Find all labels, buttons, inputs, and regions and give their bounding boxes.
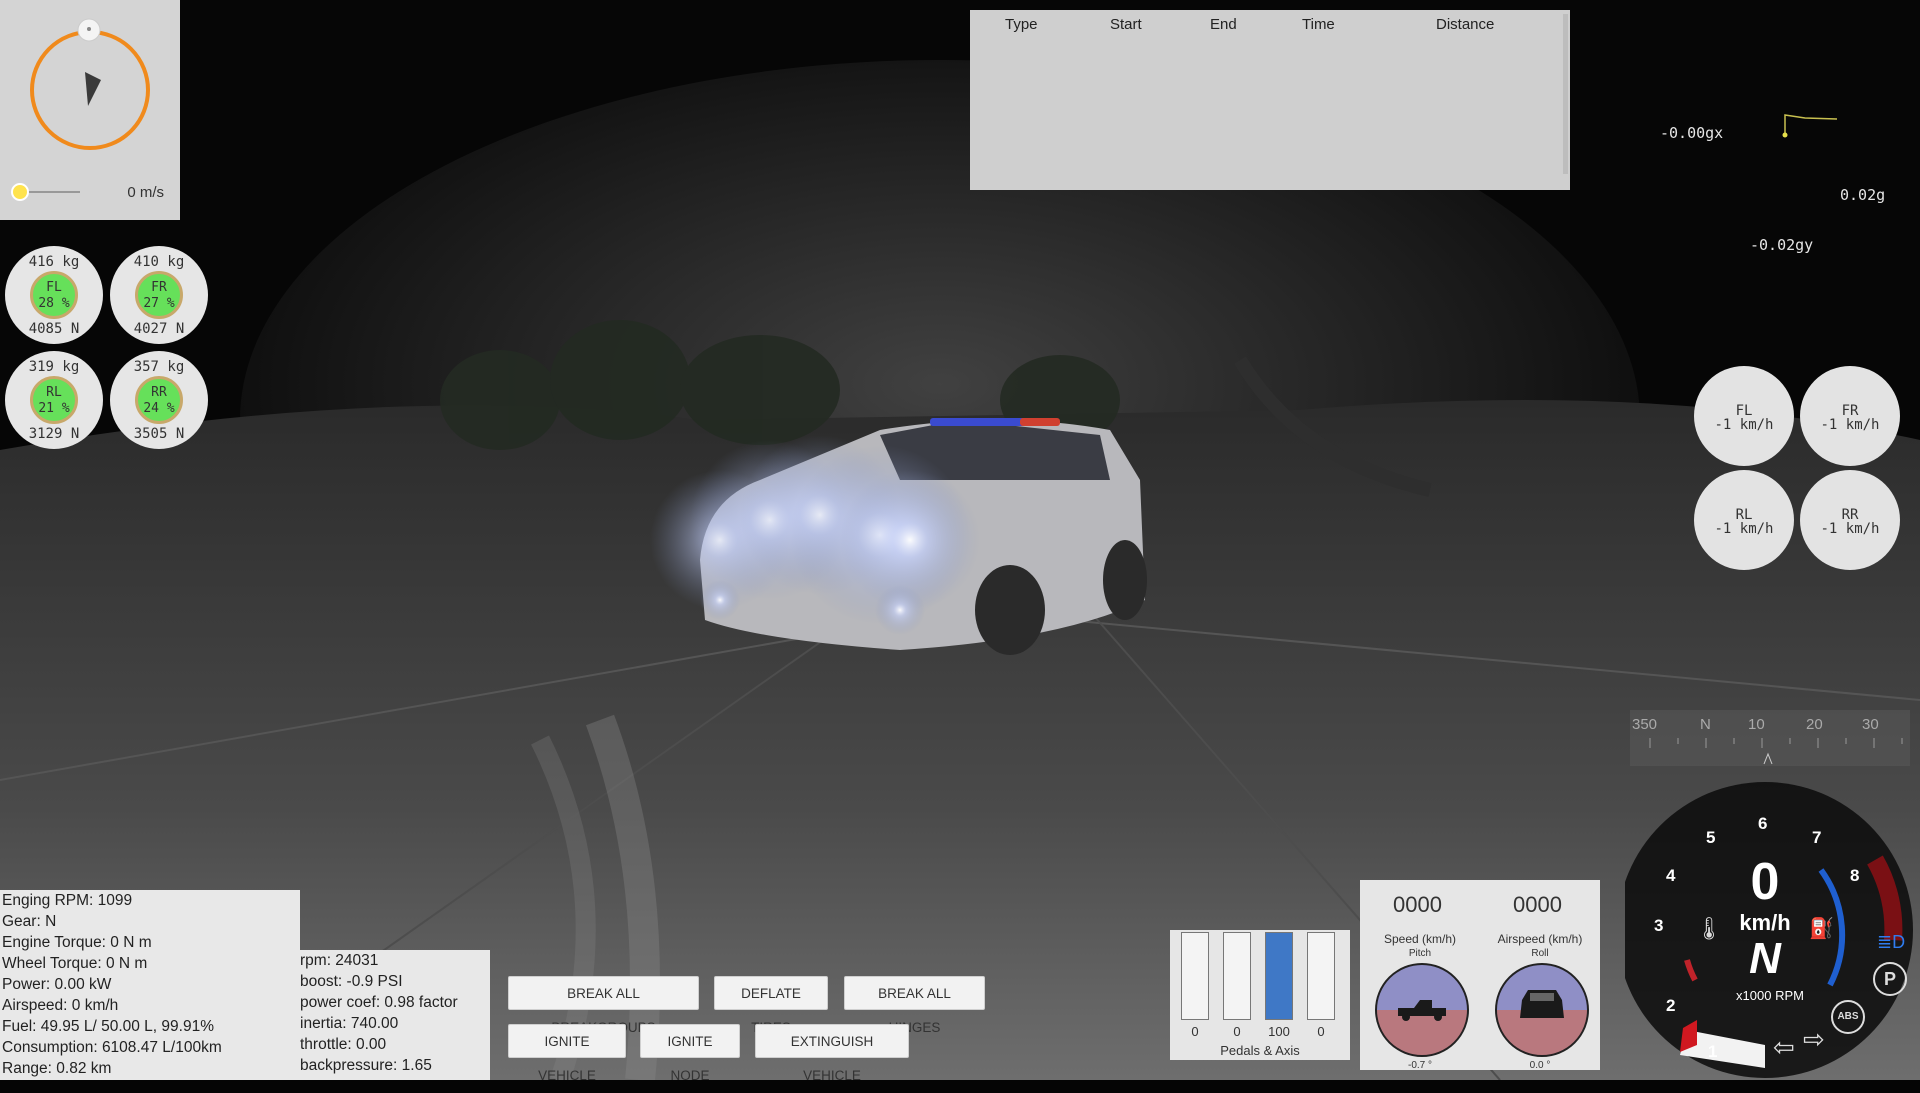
turbo-boost: boost: -0.9 PSI <box>300 973 403 990</box>
deflate-tires-button[interactable]: DEFLATE TIRES <box>714 976 828 1035</box>
g-meter-gx: -0.00gx <box>1660 124 1724 142</box>
turbo-throttle: throttle: 0.00 <box>300 1036 387 1053</box>
turbo-info-panel: rpm: 24031 boost: -0.9 PSI power coef: 0… <box>298 950 490 1080</box>
pedal-value: 0 <box>1317 1024 1325 1039</box>
heading-arrow-icon <box>85 72 101 106</box>
fuel: Fuel: 49.95 L/ 50.00 L, 99.91% <box>2 1018 214 1035</box>
rpm-tick: 8 <box>1850 866 1860 885</box>
wheel-speed-rl: RL -1 km/h <box>1694 470 1794 570</box>
airspeed: Airspeed: 0 km/h <box>2 997 119 1014</box>
header-type: Type <box>1005 16 1038 33</box>
header-time: Time <box>1302 16 1335 33</box>
heading-speed-widget: 0 m/s <box>0 0 180 220</box>
header-end: End <box>1210 16 1237 33</box>
parking-brake-icon: P <box>1873 962 1907 996</box>
pedal-value: 0 <box>1191 1024 1199 1039</box>
g-meter-g: 0.02g <box>1840 186 1886 204</box>
wheel-speed-fl: FL -1 km/h <box>1694 366 1794 466</box>
engine-torque: Engine Torque: 0 N m <box>2 934 152 951</box>
g-meter-gy: -0.02gy <box>1750 236 1814 254</box>
compass-label: 10 <box>1748 716 1765 733</box>
engine-rpm: Enging RPM: 1099 <box>2 892 133 909</box>
turbo-power-coef: power coef: 0.98 factor <box>300 994 458 1011</box>
gear-indicator: N <box>1749 934 1781 983</box>
headlight-icon: ≣D <box>1877 932 1906 952</box>
pedal-bar <box>1223 932 1251 1020</box>
rpm-unit: x1000 RPM <box>1736 988 1804 1003</box>
pedal-value: 0 <box>1233 1024 1241 1039</box>
airspeed-counter: 0000 <box>1513 892 1562 917</box>
pedal-bar <box>1265 932 1293 1020</box>
temperature-icon: 🌡 <box>1695 916 1723 941</box>
attitude-gauges <box>1375 963 1589 1057</box>
gear: Gear: N <box>2 913 57 930</box>
airspeed-label: Airspeed (km/h) <box>1497 932 1583 946</box>
break-all-hinges-button[interactable]: BREAK ALL HINGES <box>844 976 985 1035</box>
compass-label: 20 <box>1806 716 1823 733</box>
compass-label: N <box>1700 716 1711 733</box>
turbo-rpm: rpm: 24031 <box>300 952 379 969</box>
range: Range: 0.82 km <box>2 1060 112 1077</box>
engine-info-panel: Enging RPM: 1099 Gear: N Engine Torque: … <box>0 890 300 1080</box>
pitch-label: Pitch <box>1408 948 1432 959</box>
speed-slider-handle[interactable] <box>11 183 29 201</box>
roll-vehicle-icon <box>1520 990 1564 1018</box>
wheel-torque: Wheel Torque: 0 N m <box>2 955 148 972</box>
pedal-bar <box>1181 932 1209 1020</box>
extinguish-vehicle-button[interactable]: EXTINGUISH VEHICLE <box>755 1024 909 1083</box>
rpm-tick: 3 <box>1654 916 1664 935</box>
rpm-tick: 1 <box>1708 1042 1718 1061</box>
rpm-tick: 6 <box>1758 814 1768 833</box>
tire-load-fr: 410 kg FR 27 % 4027 N <box>110 246 208 344</box>
fuel-pump-icon: ⛽ <box>1809 918 1834 940</box>
compass-strip: 350 N 10 20 30 <box>1630 710 1910 766</box>
dashboard-tachometer: 1 2 3 4 5 6 7 8 0 km/h N x1000 RPM 🌡 ⛽ ≣… <box>1617 770 1920 1080</box>
lap-table-scrollbar[interactable] <box>1563 14 1568 174</box>
rpm-tick: 2 <box>1666 996 1676 1015</box>
tire-load-fl: 416 kg FL 28 % 4085 N <box>5 246 103 344</box>
tire-load-rl: 319 kg RL 21 % 3129 N <box>5 351 103 449</box>
turn-signal-right-icon: ⇨ <box>1803 1024 1825 1054</box>
pedal-value: 100 <box>1268 1024 1290 1039</box>
turbo-backpressure: backpressure: 1.65 <box>300 1057 432 1074</box>
compass-pointer-icon <box>1763 752 1773 765</box>
roll-label: Roll <box>1531 948 1549 959</box>
turn-signal-left-icon: ⇦ <box>1773 1032 1795 1062</box>
compass-ticks <box>1649 738 1903 765</box>
attitude-panel: 0000 0000 Speed (km/h) Airspeed (km/h) P… <box>1360 880 1600 1071</box>
speed-counter: 0000 <box>1393 892 1442 917</box>
ignite-node-button[interactable]: IGNITE NODE <box>640 1024 740 1083</box>
turbo-inertia: inertia: 740.00 <box>300 1015 399 1032</box>
abs-icon: ABS <box>1831 1000 1865 1034</box>
ignite-vehicle-button[interactable]: IGNITE VEHICLE <box>508 1024 626 1083</box>
header-start: Start <box>1110 16 1142 33</box>
wheel-speed-rr: RR -1 km/h <box>1800 470 1900 570</box>
break-all-breakgroups-button[interactable]: BREAK ALL BREAKGROUPS <box>508 976 699 1035</box>
speed-label: Speed (km/h) <box>1383 932 1457 946</box>
power: Power: 0.00 kW <box>2 976 112 993</box>
consumption: Consumption: 6108.47 L/100km <box>2 1039 222 1056</box>
compass-label: 350 <box>1632 716 1658 733</box>
speed-unit: km/h <box>1739 910 1791 935</box>
speed-digit: 0 <box>1750 853 1780 911</box>
header-distance: Distance <box>1436 16 1495 33</box>
lap-timing-table: Type Start End Time Distance <box>970 10 1570 190</box>
roll-value: 0.0 ° <box>1529 1060 1551 1071</box>
g-meter-trace <box>1782 114 1838 138</box>
pedal-bar <box>1307 932 1335 1020</box>
rpm-tick: 4 <box>1666 866 1676 885</box>
compass-label: 30 <box>1862 716 1879 733</box>
wheel-speed-fr: FR -1 km/h <box>1800 366 1900 466</box>
rpm-tick: 5 <box>1706 828 1716 847</box>
speed-readout: 0 m/s <box>127 184 164 201</box>
pedals-title: Pedals & Axis <box>1220 1043 1300 1058</box>
pitch-value: -0.7 ° <box>1407 1060 1432 1071</box>
tire-load-rr: 357 kg RR 24 % 3505 N <box>110 351 208 449</box>
rpm-tick: 7 <box>1812 828 1822 847</box>
pedals-axis-panel: 0 0 100 0 Pedals & Axis <box>1170 930 1350 1060</box>
